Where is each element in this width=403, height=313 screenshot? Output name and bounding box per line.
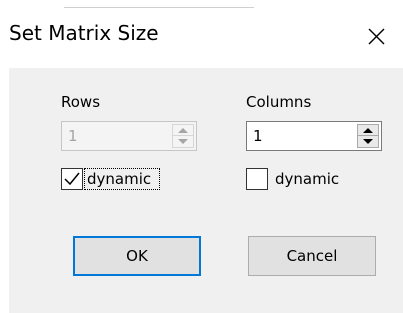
chevron-up-icon — [363, 128, 373, 133]
columns-increment-button[interactable] — [358, 125, 378, 136]
columns-value: 1 — [253, 127, 263, 145]
cancel-button-label: Cancel — [286, 247, 338, 265]
rows-spin-arrows — [172, 124, 194, 148]
columns-dynamic-label[interactable]: dynamic — [275, 170, 339, 188]
rows-increment-button[interactable] — [173, 125, 193, 136]
rows-label: Rows — [61, 93, 101, 111]
ok-button-label: OK — [126, 247, 148, 265]
background-window-edge — [0, 0, 403, 12]
ok-button[interactable]: OK — [73, 236, 201, 276]
set-matrix-size-dialog: Set Matrix Size Rows 1 dynamic Columns 1… — [0, 0, 403, 313]
close-button[interactable] — [356, 16, 396, 56]
dialog-body: Rows 1 dynamic Columns 1 dynamic OK Canc… — [9, 68, 403, 313]
rows-dynamic-label[interactable]: dynamic — [87, 170, 151, 188]
dialog-title: Set Matrix Size — [9, 21, 159, 45]
columns-spinbox[interactable]: 1 — [246, 121, 382, 151]
columns-decrement-button[interactable] — [358, 136, 378, 147]
checkmark-icon — [64, 172, 80, 186]
close-icon — [368, 28, 385, 45]
rows-dynamic-checkbox[interactable] — [61, 168, 83, 190]
chevron-down-icon — [363, 139, 373, 144]
chevron-down-icon — [178, 139, 188, 144]
dialog-left-border — [0, 68, 9, 313]
columns-spin-arrows — [357, 124, 379, 148]
chevron-up-icon — [178, 128, 188, 133]
rows-spinbox[interactable]: 1 — [61, 121, 197, 151]
rows-decrement-button[interactable] — [173, 136, 193, 147]
background-window-line — [64, 0, 254, 8]
cancel-button[interactable]: Cancel — [248, 236, 376, 276]
columns-label: Columns — [246, 93, 312, 111]
rows-value: 1 — [68, 127, 78, 145]
columns-dynamic-checkbox[interactable] — [246, 168, 268, 190]
